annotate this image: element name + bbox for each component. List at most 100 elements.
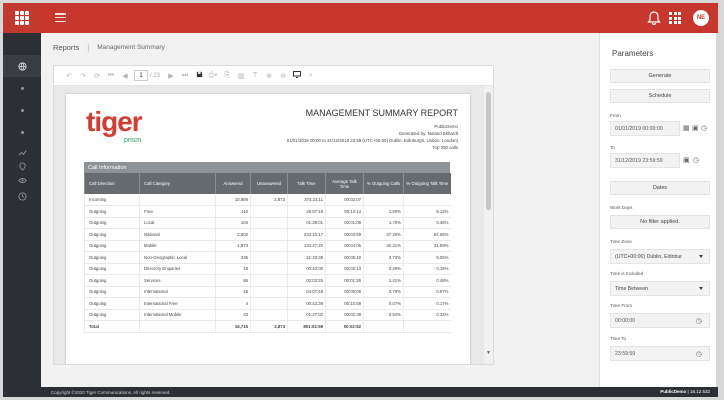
time-included-label: Time is Included [610,271,644,276]
time-to-input[interactable]: 23:59:59 ◷ [610,346,710,361]
breadcrumb: Reports | Management Summary [53,43,165,52]
table-cell: 6.12% [403,205,451,218]
table-cell [403,320,451,333]
table-cell: 26:07:18 [287,205,326,218]
tiger-logo: tiger [86,106,143,137]
globe-icon[interactable] [3,55,41,77]
clock-icon[interactable]: ◷ [701,124,707,132]
time-zone-value: (UTC+00:00) Dublin, Edinbur [615,253,683,260]
table-cell: 33 [215,309,251,321]
column-header: Call Category [139,173,216,194]
work-days-filter[interactable]: No filter applied. [610,215,710,229]
table-cell: 00:05:40 [325,251,364,264]
table-cell: Directory Enquiries [139,263,216,275]
schedule-button[interactable]: Schedule [610,89,710,103]
first-page-icon[interactable]: ⏮ [104,72,118,80]
version-number: 16.12.532 [689,389,710,394]
bell-icon[interactable] [647,10,661,25]
table-cell: Outgoing [84,309,140,321]
avatar[interactable]: NE [693,10,709,26]
panel-title: Parameters [612,49,654,58]
clock-icon[interactable]: ◷ [696,350,702,358]
report-title: MANAGEMENT SUMMARY REPORT [305,108,458,118]
column-header: Call Direction [84,173,140,194]
from-label: From [610,113,621,118]
breadcrumb-root[interactable]: Reports [53,43,79,52]
table-cell: 0.46% [403,217,451,229]
table-cell: Free [139,205,216,218]
chevron-down-icon [699,287,703,290]
time-included-select[interactable]: Time Between [610,281,710,296]
print-icon[interactable]: ⎘ [220,72,234,80]
table-cell: Mobile [139,240,216,252]
table-cell: 2,873 [250,194,288,206]
work-days-label: Work Days [610,205,633,210]
refresh-icon[interactable]: ⟳ [90,72,104,80]
call-information-table: Call Information Call Direction Call Cat… [84,162,451,333]
table-row: Outgoing Local 104 01:39:01 00:01:08 1.70% 0.4… [84,217,451,229]
table-cell [363,320,404,333]
page-number-input[interactable]: 1 [134,70,148,81]
export-dropdown-icon[interactable]: ⎙▾ [206,72,220,80]
table-cell [139,320,216,333]
table-cell [403,194,451,206]
prev-page-icon[interactable]: ◀ [118,72,132,80]
panel-scrollbar[interactable] [716,33,718,388]
table-header-row: Call Direction Call Category Answered Un… [84,173,451,194]
last-page-icon[interactable]: ⏭ [178,72,192,80]
table-row: Incoming 10,889 2,873 374:23:11 00:02:07 [84,194,451,206]
save-icon[interactable] [192,71,206,80]
from-date-input[interactable]: 01/01/2019 00:00:00 [610,121,680,136]
table-cell: International Mobile [139,309,216,321]
app-window: NE Reports | Management Summary ↶ ↷ ⟳ ⏮ … [3,3,718,397]
table-row: Outgoing Free 110 26:07:18 00:14:14 1.80% 6.12… [84,205,451,218]
apps-grid-icon[interactable] [669,12,681,24]
layout-icon[interactable]: ▥ [234,72,248,80]
viewer-scrollbar[interactable]: ▼ [484,86,493,364]
clock-icon[interactable]: ◷ [696,317,702,325]
table-row: Outgoing International Free 4 00:43:39 00:10… [84,297,451,310]
rail-dot-icon[interactable] [3,121,41,143]
generate-button[interactable]: Generate [610,69,710,83]
scrollbar-thumb[interactable] [486,92,491,210]
report-meta-range: 01/01/2019 00:00 to 31/12/2019 23:59 (UT… [286,138,458,143]
redo-icon[interactable]: ↷ [76,72,90,80]
text-icon[interactable]: T [248,72,262,79]
scroll-down-icon[interactable]: ▼ [486,350,491,356]
version-info: PublicDemo | 16.12.532 [660,389,710,394]
calendar-icon[interactable]: ▦ [683,124,690,132]
table-cell: Outgoing [84,228,140,241]
zoom-in-icon[interactable]: ⊕ [262,72,276,80]
report-viewer: ↶ ↷ ⟳ ⏮ ◀ 1 / 23 ▶ ⏭ ⎙▾ ⎘ ▥ T ⊕ ⊖ ⌕ tige… [53,65,494,365]
table-cell: 0.07% [363,297,404,310]
next-page-icon[interactable]: ▶ [164,72,178,80]
time-zone-select[interactable]: (UTC+00:00) Dublin, Edinbur [610,249,710,264]
menu-icon[interactable] [55,13,66,22]
table-cell: 00:03:59 [325,228,364,241]
rail-dot-icon[interactable] [3,77,41,99]
undo-icon[interactable]: ↶ [62,72,76,80]
prism-logo-text: prism [124,137,142,144]
to-date-input[interactable]: 31/12/2019 23:59:59 [610,153,680,168]
table-cell: 0.48% [403,274,451,287]
table-cell: Outgoing [84,205,140,218]
rail-dot-icon[interactable] [3,99,41,121]
monitor-icon[interactable] [290,71,304,80]
table-cell: 00:40:00 [287,263,326,275]
column-header: Unanswered [250,173,288,194]
clock-icon[interactable] [3,185,41,207]
clock-icon[interactable]: ◷ [693,156,699,164]
table-cell: 10,889 [215,194,251,206]
search-icon[interactable]: ⌕ [304,72,318,80]
calendar-edit-icon[interactable]: ▣ [692,124,699,132]
dates-button[interactable]: Dates [610,181,710,195]
zoom-out-icon[interactable]: ⊖ [276,72,290,80]
time-from-input[interactable]: 00:00:00 ◷ [610,313,710,328]
app-logo-icon[interactable] [3,3,41,33]
table-cell: 3.73% [363,251,404,264]
to-label: To [610,145,615,150]
calendar-edit-icon[interactable]: ▣ [683,156,690,164]
chevron-down-icon [699,255,703,258]
table-cell: 21:33:38 [287,251,326,264]
top-bar: NE [41,3,718,33]
